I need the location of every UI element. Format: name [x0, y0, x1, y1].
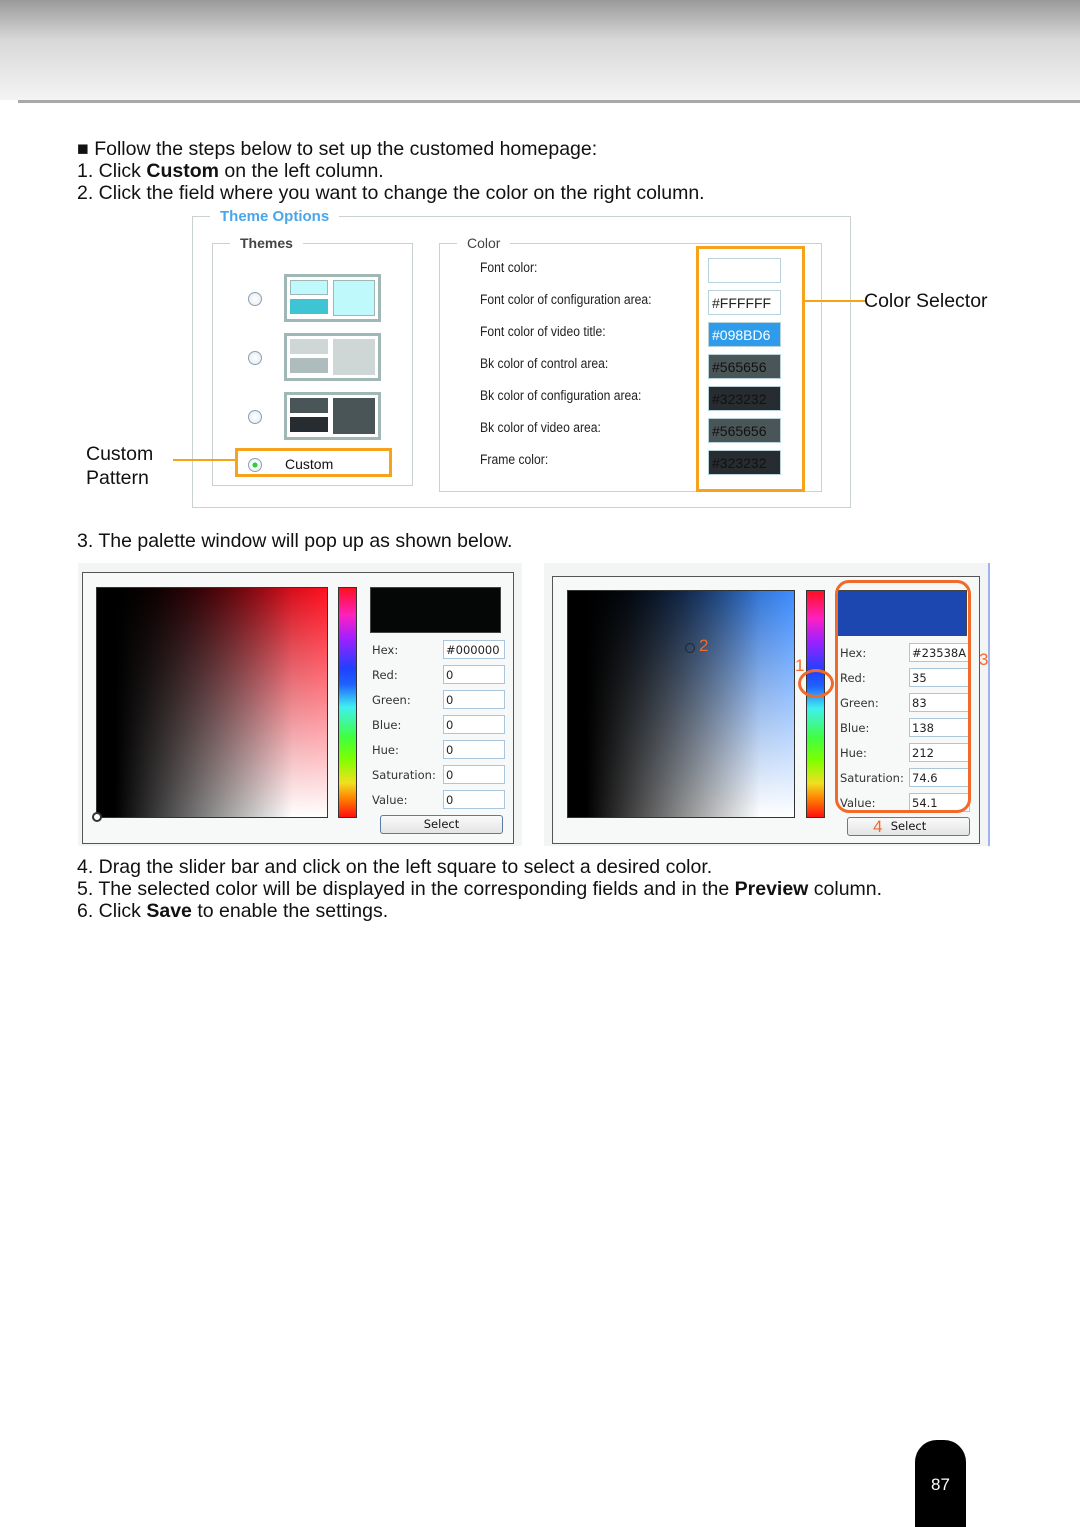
step-text: column.	[808, 878, 883, 900]
color-selector-callout: Color Selector	[864, 290, 988, 312]
color-legend: Color	[457, 235, 511, 251]
field-input-hue[interactable]: 0	[443, 740, 505, 759]
marker-1: 1	[795, 656, 805, 675]
color-selector-highlight	[696, 246, 805, 492]
hue-slider[interactable]	[338, 587, 357, 818]
hue-slider[interactable]	[806, 590, 825, 818]
color-picker-marker[interactable]	[685, 643, 695, 653]
theme-radio-2[interactable]	[248, 351, 262, 365]
color-row-label: Font color of video title:	[480, 324, 606, 339]
field-input-hex[interactable]: #000000	[443, 640, 505, 659]
step-4: 4. Drag the slider bar and click on the …	[77, 856, 713, 878]
page-header-band	[0, 0, 1080, 100]
color-picker-marker[interactable]	[92, 812, 102, 822]
color-row-label: Bk color of control area:	[480, 356, 609, 371]
field-label: Red:	[372, 668, 398, 682]
color-row-label: Font color:	[480, 260, 538, 275]
field-label: Green:	[372, 693, 411, 707]
callout-text: Custom	[86, 443, 154, 465]
field-input-green[interactable]: 0	[443, 690, 505, 709]
select-button[interactable]: Select	[847, 817, 970, 836]
custom-label[interactable]: Custom	[285, 456, 333, 472]
themes-legend: Themes	[230, 235, 303, 251]
callout-text: Pattern	[86, 467, 149, 489]
intro-text: Follow the steps below to set up the cus…	[94, 138, 598, 160]
step-bold: Save	[146, 900, 192, 922]
step-bold: Preview	[734, 878, 809, 900]
color-row-label: Bk color of video area:	[480, 420, 601, 435]
color-row-label: Font color of configuration area:	[480, 292, 652, 307]
field-input-blue[interactable]: 0	[443, 715, 505, 734]
field-label: Hue:	[372, 743, 399, 757]
field-input-value[interactable]: 0	[443, 790, 505, 809]
theme-thumbnail-dark[interactable]	[284, 392, 381, 440]
header-divider	[18, 100, 1080, 103]
marker-3: 3	[979, 650, 989, 669]
step-6: 6. Click Save to enable the settings.	[77, 900, 388, 922]
page-number-tab: 87	[915, 1440, 966, 1527]
field-label: Saturation:	[372, 768, 436, 782]
intro-line: ■ Follow the steps below to set up the c…	[77, 138, 597, 160]
color-row-label: Bk color of configuration area:	[480, 388, 642, 403]
step-text: 5. The selected color will be displayed …	[77, 878, 735, 900]
custom-pattern-callout: Custom Pattern	[86, 442, 153, 490]
marker-2: 2	[699, 636, 709, 655]
saturation-value-square[interactable]	[96, 587, 328, 818]
theme-options-title: Theme Options	[210, 208, 340, 225]
step-text: to enable the settings.	[191, 900, 389, 922]
step-bold: Custom	[146, 160, 219, 182]
fields-highlight	[835, 580, 971, 813]
step-2: 2. Click the field where you want to cha…	[77, 182, 705, 204]
step-3: 3. The palette window will pop up as sho…	[77, 530, 513, 552]
step-5: 5. The selected color will be displayed …	[77, 878, 882, 900]
color-selector-callout-line	[805, 300, 865, 302]
bullet-icon: ■	[77, 138, 95, 160]
step-text: 1. Click	[77, 160, 147, 182]
theme-radio-3[interactable]	[248, 410, 262, 424]
custom-callout-line	[173, 459, 235, 461]
saturation-value-square[interactable]	[567, 590, 795, 818]
theme-radio-1[interactable]	[248, 292, 262, 306]
field-label: Value:	[372, 793, 408, 807]
field-input-saturation[interactable]: 0	[443, 765, 505, 784]
step-text: on the left column.	[218, 160, 384, 182]
step-text: 6. Click	[77, 900, 147, 922]
select-button[interactable]: Select	[380, 815, 503, 834]
marker-4: 4	[873, 817, 883, 836]
field-label: Hex:	[372, 643, 399, 657]
step-1: 1. Click Custom on the left column.	[77, 160, 384, 182]
theme-thumbnail-light[interactable]	[284, 274, 381, 322]
theme-thumbnail-gray[interactable]	[284, 333, 381, 381]
field-label: Blue:	[372, 718, 402, 732]
color-row-label: Frame color:	[480, 452, 549, 467]
field-input-red[interactable]: 0	[443, 665, 505, 684]
color-preview	[370, 587, 501, 633]
theme-radio-custom[interactable]	[248, 458, 262, 472]
